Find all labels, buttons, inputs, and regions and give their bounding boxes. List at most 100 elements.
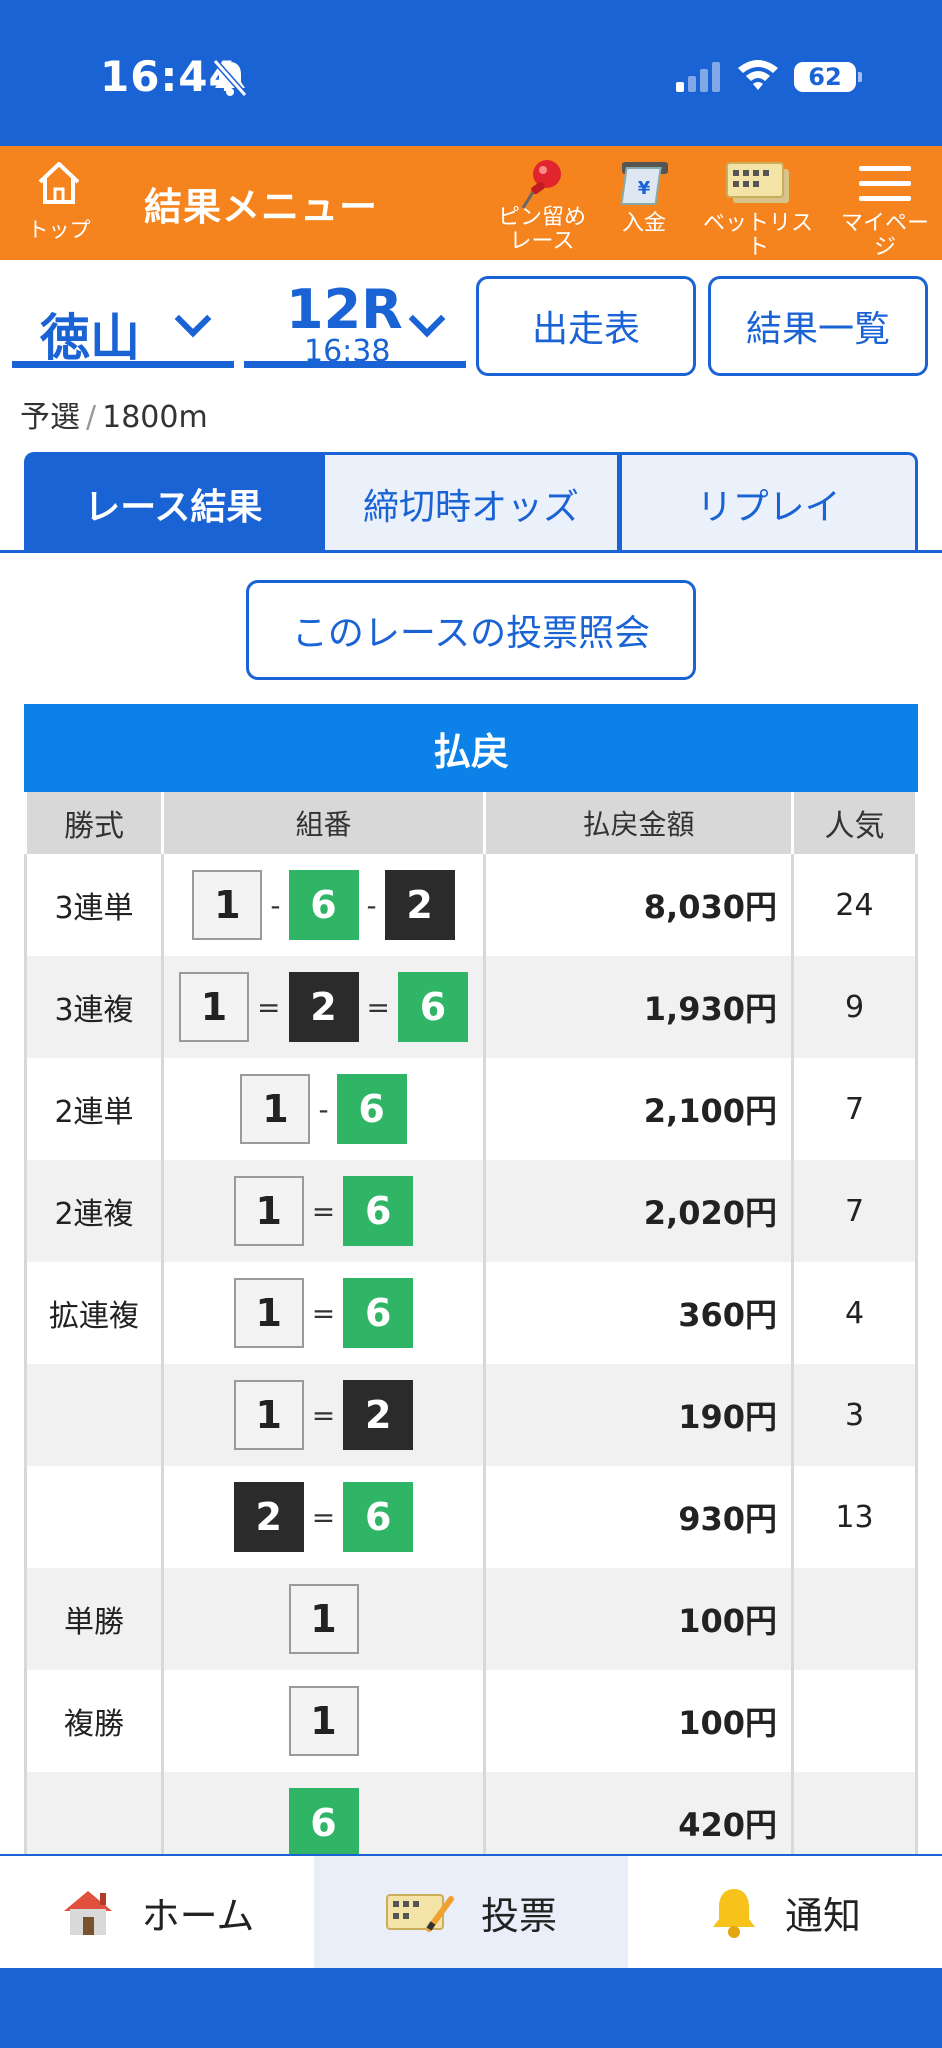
tab-race-result[interactable]: レース結果 xyxy=(24,452,323,552)
hamburger-menu-icon xyxy=(859,166,911,201)
popularity: 7 xyxy=(794,1058,918,1160)
payout-amount: 100円 xyxy=(486,1670,794,1772)
payout-amount: 360円 xyxy=(486,1262,794,1364)
payout-row: 単勝 1 100円 xyxy=(24,1568,918,1670)
boat-number-badge: 2 xyxy=(233,1482,304,1552)
wifi-icon xyxy=(738,60,778,90)
race-time: 16:38 xyxy=(304,334,391,369)
boat-number-badge: 6 xyxy=(288,1788,359,1858)
top-home-button[interactable]: トップ xyxy=(14,158,104,244)
entry-table-button[interactable]: 出走表 xyxy=(476,276,696,376)
race-number: 12R xyxy=(286,278,403,341)
boat-number-badge: 1 xyxy=(240,1074,311,1144)
deposit-button[interactable]: ¥ 入金 xyxy=(604,156,684,236)
race-selector[interactable]: 12R 16:38 xyxy=(244,272,466,369)
popularity xyxy=(794,1670,918,1772)
bell-muted-icon xyxy=(212,59,248,97)
combination: 1 xyxy=(164,1568,486,1670)
bet-list-label: ベットリスト xyxy=(702,211,813,260)
chevron-down-icon xyxy=(174,300,212,338)
combination: 1 = 2 xyxy=(164,1364,486,1466)
home-indicator-bar xyxy=(0,1968,942,2048)
bet-type: 3連複 xyxy=(24,956,164,1058)
payout-row: 2連単 1-6 2,100円 7 xyxy=(24,1058,918,1160)
tab-closing-odds[interactable]: 締切時オッズ xyxy=(322,452,621,552)
race-info: 予選/1800m xyxy=(20,392,208,436)
combination-operator: = xyxy=(366,990,390,1024)
payout-row: 複勝 1 100円 xyxy=(24,1670,918,1772)
combination-operator: = xyxy=(311,1296,336,1330)
tab-replay[interactable]: リプレイ xyxy=(620,452,919,552)
nav-notifications-label: 通知 xyxy=(784,1893,861,1938)
top-header: トップ 結果メニュー ピン留め レース ¥ 入金 ベットリスト マイページ xyxy=(0,146,942,260)
pin-icon xyxy=(521,160,561,209)
payout-amount: 100円 xyxy=(486,1568,794,1670)
house-icon xyxy=(63,1891,112,1935)
boat-number-badge: 1 xyxy=(288,1584,359,1654)
ticket-pen-icon xyxy=(385,1894,454,1932)
mypage-button[interactable]: マイページ xyxy=(832,156,938,260)
bet-type: 単勝 xyxy=(24,1568,164,1670)
boat-number-badge: 1 xyxy=(192,870,263,940)
svg-text:¥: ¥ xyxy=(638,178,651,199)
bottom-nav: ホーム 投票 通知 xyxy=(0,1854,942,1968)
result-tabs: レース結果 締切時オッズ リプレイ xyxy=(24,452,919,552)
bet-list-button[interactable]: ベットリスト xyxy=(700,156,816,260)
deposit-icon: ¥ xyxy=(620,162,668,205)
bet-type: 2連複 xyxy=(24,1160,164,1262)
payout-amount: 8,030円 xyxy=(486,854,794,956)
combination: 1 = 2 = 6 xyxy=(164,956,486,1058)
payout-title: 払戻 xyxy=(24,704,918,792)
boat-number-badge: 2 xyxy=(384,870,455,940)
combination-operator: - xyxy=(366,888,377,922)
bet-type: 3連単 xyxy=(24,854,164,956)
combination-operator: = xyxy=(257,990,281,1024)
chevron-down-icon xyxy=(408,300,446,338)
venue-row: 徳山 12R 16:38 出走表 結果一覧 xyxy=(0,260,942,380)
payout-amount: 2,100円 xyxy=(486,1058,794,1160)
combination: 1 = 6 xyxy=(164,1160,486,1262)
boat-number-badge: 6 xyxy=(397,972,468,1042)
header-combination: 組番 xyxy=(164,792,486,854)
venue-selector[interactable]: 徳山 xyxy=(12,272,234,368)
payout-amount: 2,020円 xyxy=(486,1160,794,1262)
battery-indicator: 62 xyxy=(794,62,862,92)
combination-operator: - xyxy=(318,1092,329,1126)
pin-race-button[interactable]: ピン留め レース xyxy=(494,156,590,254)
boat-number-badge: 6 xyxy=(343,1176,414,1246)
mypage-label: マイページ xyxy=(840,211,929,260)
payout-header-row: 勝式 組番 払戻金額 人気 xyxy=(24,792,918,854)
popularity: 13 xyxy=(794,1466,918,1568)
header-bet-type: 勝式 xyxy=(24,792,164,854)
boat-number-badge: 1 xyxy=(288,1686,359,1756)
popularity: 9 xyxy=(794,956,918,1058)
nav-home[interactable]: ホーム xyxy=(0,1856,314,1968)
race-distance: 1800m xyxy=(102,400,208,435)
payout-amount: 1,930円 xyxy=(486,956,794,1058)
bet-list-icon xyxy=(726,162,789,203)
deposit-label: 入金 xyxy=(621,211,666,236)
boat-number-badge: 1 xyxy=(233,1176,304,1246)
vote-inquiry-button[interactable]: このレースの投票照会 xyxy=(246,580,696,680)
combination: 1-6 xyxy=(164,1058,486,1160)
payout-amount: 930円 xyxy=(486,1466,794,1568)
status-bar: 16:44 62 xyxy=(0,0,942,146)
popularity: 4 xyxy=(794,1262,918,1364)
payout-rows: 3連単 1-6-2 8,030円 24 3連複 1 = 2 = 6 1,930円 9 2連単 1-6 2,1… xyxy=(24,854,918,1874)
popularity xyxy=(794,1568,918,1670)
page-title: 結果メニュー xyxy=(144,185,379,229)
boat-number-badge: 6 xyxy=(343,1278,414,1348)
combination: 1 xyxy=(164,1670,486,1772)
bell-icon xyxy=(712,1889,755,1938)
combination-operator: - xyxy=(270,888,281,922)
nav-vote-label: 投票 xyxy=(480,1893,557,1938)
venue-name: 徳山 xyxy=(40,309,140,367)
combination: 2 = 6 xyxy=(164,1466,486,1568)
boat-number-badge: 1 xyxy=(233,1278,304,1348)
combination: 1-6-2 xyxy=(164,854,486,956)
results-list-button[interactable]: 結果一覧 xyxy=(708,276,928,376)
bet-type xyxy=(24,1364,164,1466)
nav-notifications[interactable]: 通知 xyxy=(628,1856,942,1968)
boat-number-badge: 6 xyxy=(343,1482,414,1552)
nav-vote[interactable]: 投票 xyxy=(314,1856,628,1968)
